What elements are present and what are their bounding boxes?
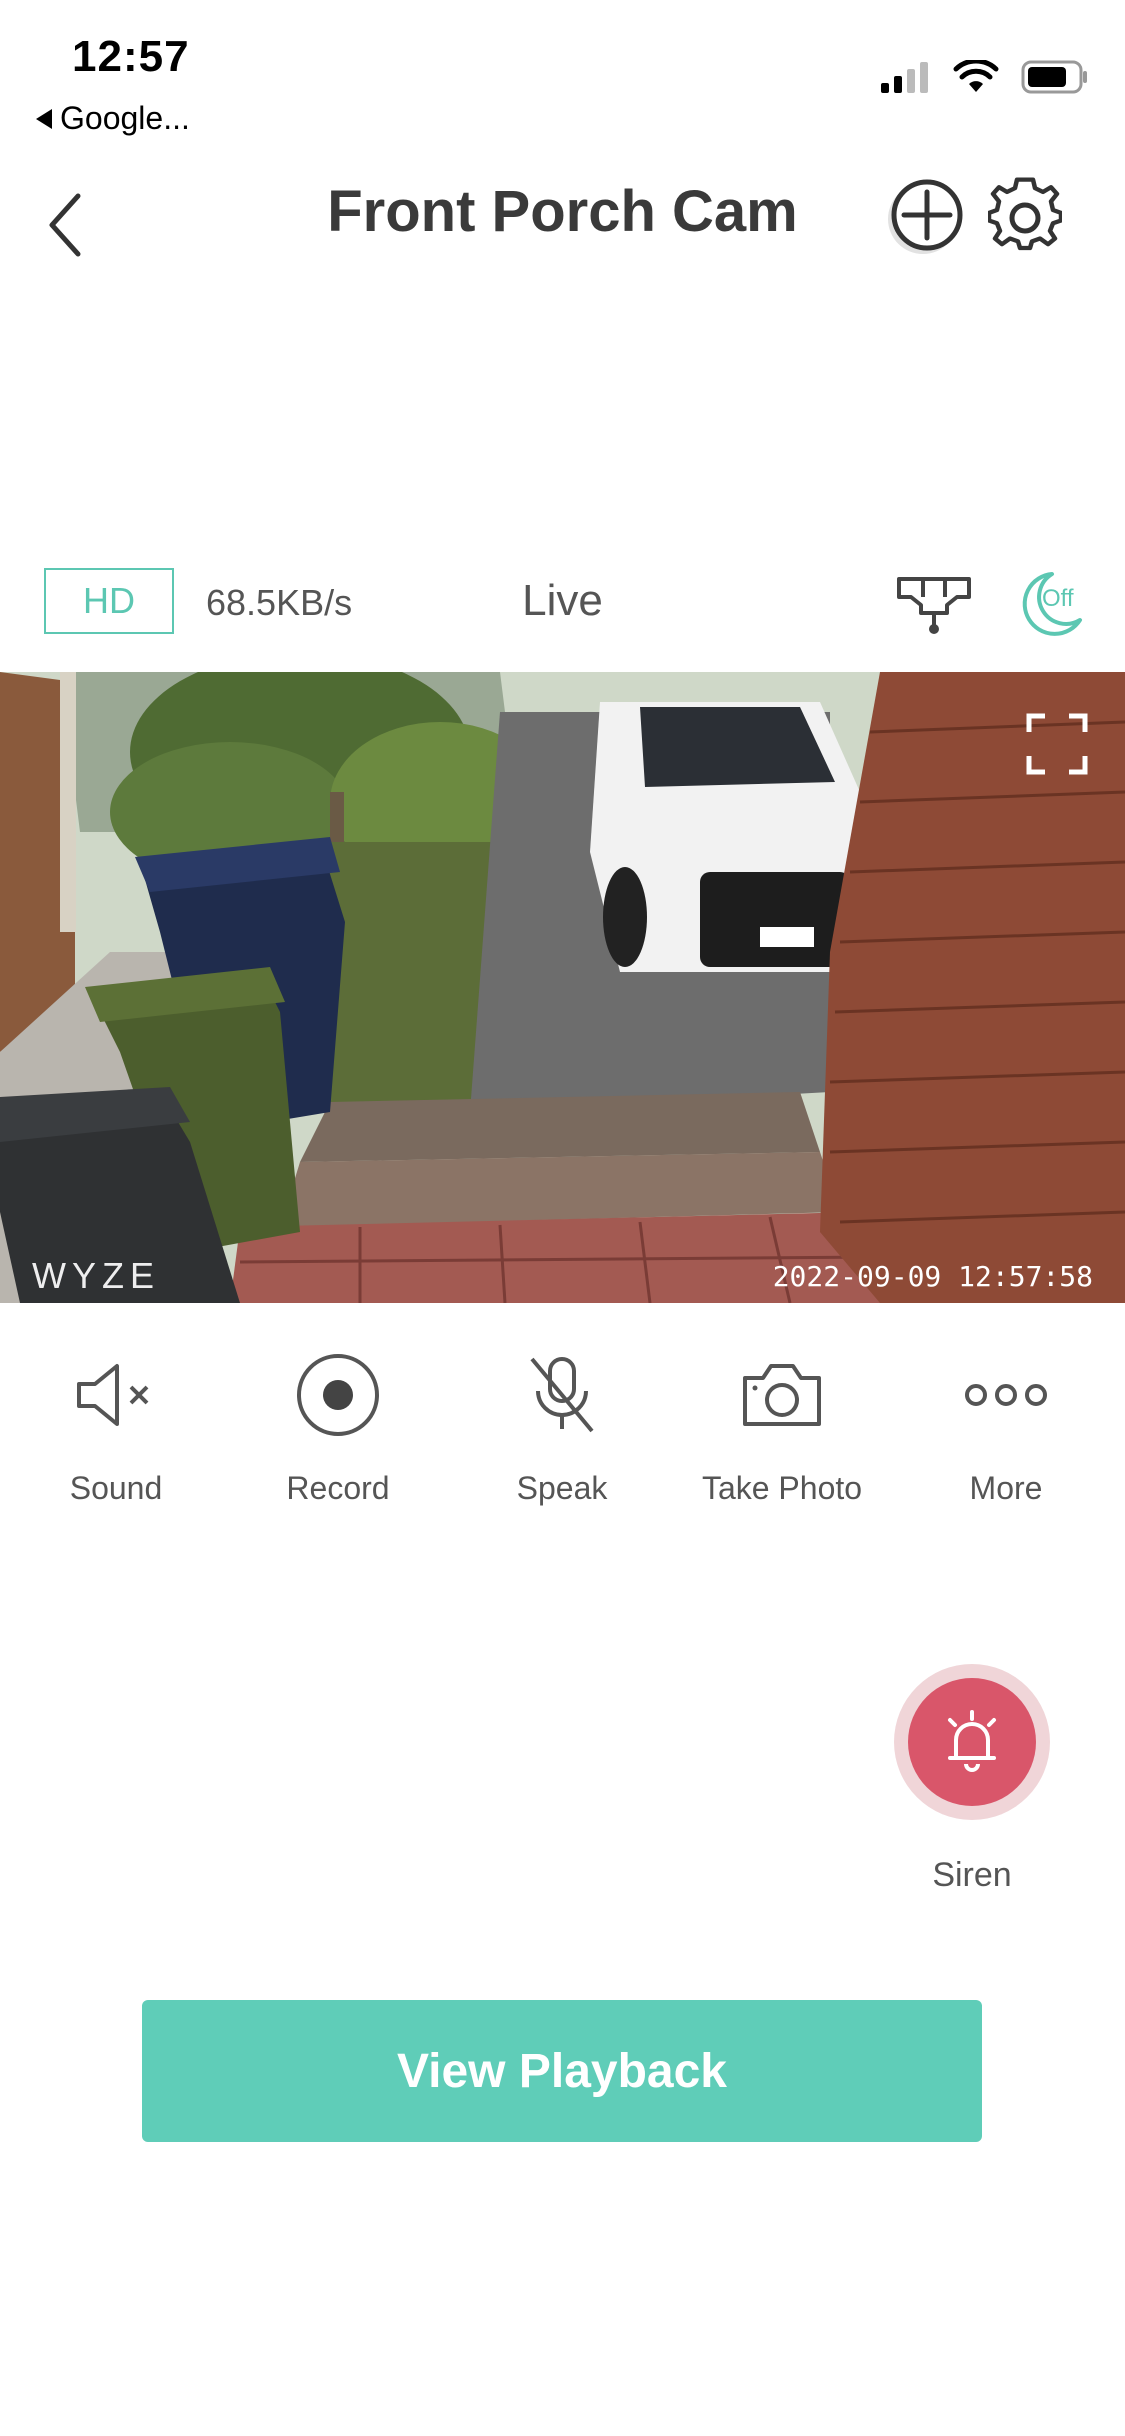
take-photo-label: Take Photo xyxy=(701,1470,863,1506)
siren-button-inner xyxy=(908,1678,1036,1806)
back-triangle-icon xyxy=(36,108,52,129)
more-dots-icon xyxy=(906,1340,1106,1450)
sound-label: Sound xyxy=(69,1470,163,1506)
settings-button[interactable] xyxy=(986,176,1064,256)
camera-scene xyxy=(0,672,1125,1303)
fullscreen-button[interactable] xyxy=(1025,712,1089,776)
sound-button[interactable]: Sound xyxy=(16,1340,216,1507)
spotlight-button[interactable] xyxy=(895,575,973,635)
record-button[interactable]: Record xyxy=(238,1340,438,1507)
brand-watermark: WYZE xyxy=(32,1255,160,1296)
fullscreen-icon xyxy=(1026,713,1088,775)
alarm-bell-icon xyxy=(948,1710,996,1772)
back-to-app-link[interactable]: Google... xyxy=(36,100,190,137)
siren-button[interactable] xyxy=(894,1664,1050,1820)
gear-icon xyxy=(986,177,1064,251)
spotlight-icon xyxy=(897,577,971,634)
signal-icon xyxy=(881,62,928,93)
add-circle-icon xyxy=(888,179,963,254)
siren-label: Siren xyxy=(932,1856,1012,1894)
take-photo-button[interactable]: Take Photo xyxy=(682,1340,882,1507)
battery-icon xyxy=(1021,60,1087,94)
record-label: Record xyxy=(286,1470,390,1506)
wifi-icon xyxy=(953,60,999,92)
speak-label: Speak xyxy=(516,1470,608,1506)
more-label: More xyxy=(969,1470,1043,1506)
moon-icon: Off xyxy=(1022,572,1082,636)
night-vision-status: Off xyxy=(1042,585,1074,612)
view-playback-button[interactable]: View Playback xyxy=(142,2000,982,2142)
night-vision-button[interactable]: Off xyxy=(1018,568,1092,638)
more-button[interactable]: More xyxy=(906,1340,1106,1507)
add-button[interactable] xyxy=(880,172,970,262)
back-app-label: Google... xyxy=(60,100,190,136)
status-icons xyxy=(879,60,1089,94)
mic-off-icon xyxy=(462,1340,662,1450)
camera-icon xyxy=(682,1340,882,1450)
record-icon xyxy=(238,1340,438,1450)
status-time: 12:57 xyxy=(72,32,190,81)
live-video-feed[interactable]: WYZE 2022-09-09 12:57:58 xyxy=(0,672,1125,1303)
speaker-muted-icon xyxy=(16,1340,216,1450)
video-timestamp: 2022-09-09 12:57:58 xyxy=(772,1260,1093,1293)
speak-button[interactable]: Speak xyxy=(462,1340,662,1507)
